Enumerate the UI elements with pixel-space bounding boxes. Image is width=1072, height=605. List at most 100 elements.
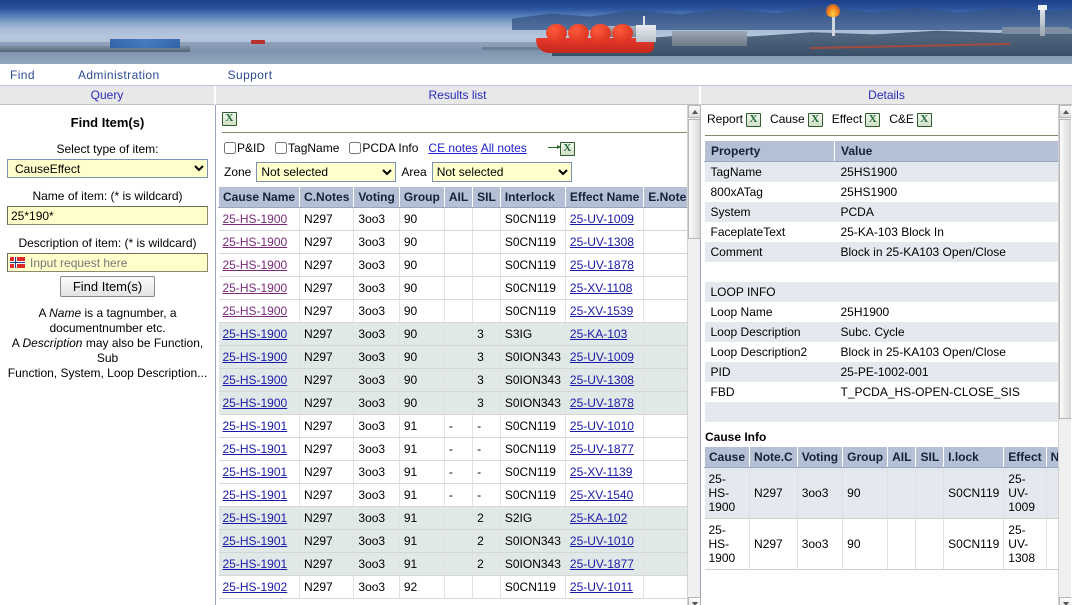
cell-effect-name[interactable]: 25-XV-1539 — [565, 299, 645, 323]
cell-effect-name[interactable]: 25-XV-1108 — [565, 276, 645, 300]
cell-effect-name[interactable]: 25-UV-1010 — [565, 529, 645, 553]
details-scrollbar[interactable] — [1058, 105, 1071, 605]
table-row[interactable]: 25-HS-1901 N297 3oo3 91- - S0CN119 25-UV-1877 — [218, 437, 698, 461]
cell-effect-name-link[interactable]: 25-UV-1010 — [570, 419, 634, 433]
cell-cause-name-link[interactable]: 25-HS-1900 — [223, 258, 288, 272]
nav-item-support[interactable]: Support — [224, 68, 277, 82]
table-row[interactable]: 25-HS-1900 N297 3oo3 90 S0CN119 25-XV-1108 — [218, 276, 698, 300]
cell-cause-name[interactable]: 25-HS-1900 — [218, 253, 301, 277]
cell-effect-name[interactable]: 25-UV-1878 — [565, 391, 645, 415]
cell-cause-name[interactable]: 25-HS-1900 — [218, 299, 301, 323]
column-header-voting[interactable]: Voting — [353, 185, 400, 208]
item-type-select[interactable]: CauseEffect — [7, 159, 208, 178]
scroll-thumb[interactable] — [688, 119, 701, 239]
cell-effect-name-link[interactable]: 25-UV-1011 — [570, 580, 633, 594]
cell-effect-name-link[interactable]: 25-UV-1878 — [570, 258, 634, 272]
nav-item-find[interactable]: Find — [6, 68, 39, 82]
cell-cause-name-link[interactable]: 25-HS-1901 — [223, 511, 288, 525]
cell-effect-name[interactable]: 25-UV-1010 — [565, 414, 645, 438]
cell-effect-name-link[interactable]: 25-UV-1877 — [570, 557, 634, 571]
cell-effect-name-link[interactable]: 25-UV-1010 — [570, 534, 634, 548]
checkbox-tagname[interactable] — [275, 142, 288, 155]
checkbox-pid-label[interactable]: P&ID — [224, 141, 265, 155]
cell-cause-name-link[interactable]: 25-HS-1900 — [223, 281, 288, 295]
table-row[interactable]: 25-HS-1902 N297 3oo3 92 S0CN119 25-UV-1011 — [218, 575, 698, 599]
cell-effect-name[interactable]: 25-UV-1308 — [565, 368, 645, 392]
cell-effect-name-link[interactable]: 25-UV-1308 — [570, 235, 634, 249]
cell-cause-name-link[interactable]: 25-HS-1900 — [223, 327, 288, 341]
cell-cause-name-link[interactable]: 25-HS-1900 — [223, 304, 288, 318]
details-scroll-up-icon[interactable] — [1059, 105, 1071, 118]
cell-cause-name[interactable]: 25-HS-1900 — [218, 368, 301, 392]
table-row[interactable]: 25-HS-1901 N297 3oo3 91 2 S0ION343 25-UV-1010 — [218, 529, 698, 553]
cell-effect-name-link[interactable]: 25-KA-103 — [570, 327, 627, 341]
cell-cause-name[interactable]: 25-HS-1900 — [218, 345, 301, 369]
nav-item-administration[interactable]: Administration — [74, 68, 164, 82]
table-row[interactable]: 25-HS-1901 N297 3oo3 91 2 S0ION343 25-UV-1877 — [218, 552, 698, 576]
cell-cause-name[interactable]: 25-HS-1901 — [218, 483, 301, 507]
cell-cause-name[interactable]: 25-HS-1900 — [218, 276, 301, 300]
cell-effect-name-link[interactable]: 25-UV-1308 — [570, 373, 634, 387]
cell-cause-name[interactable]: 25-HS-1900 — [218, 391, 301, 415]
table-row[interactable]: 25-HS-1900 N297 3oo3 90 S0CN119 25-UV-1308 — [218, 230, 698, 254]
all-notes-link[interactable]: All notes — [481, 141, 527, 155]
excel-export-notes-icon[interactable] — [559, 141, 575, 156]
cell-effect-name-link[interactable]: 25-UV-1878 — [570, 396, 634, 410]
cell-effect-name[interactable]: 25-UV-1877 — [565, 437, 645, 461]
area-select[interactable]: Not selected — [431, 161, 572, 182]
details-scroll-down-icon[interactable] — [1059, 597, 1071, 605]
column-header-ail[interactable]: AIL — [443, 185, 474, 208]
cell-effect-name[interactable]: 25-XV-1139 — [565, 460, 645, 484]
cell-cause-name-link[interactable]: 25-HS-1901 — [223, 465, 288, 479]
cell-cause-name[interactable]: 25-HS-1901 — [218, 437, 301, 461]
cell-cause-name[interactable]: 25-HS-1901 — [218, 460, 301, 484]
column-header-sil[interactable]: SIL — [472, 185, 501, 208]
cell-effect-name-link[interactable]: 25-XV-1108 — [570, 281, 633, 295]
find-items-button[interactable]: Find Item(s) — [59, 276, 156, 297]
checkbox-pcda-info-label[interactable]: PCDA Info — [349, 141, 418, 155]
cell-cause-name-link[interactable]: 25-HS-1901 — [223, 419, 288, 433]
table-row[interactable]: 25-HS-1900 N297 3oo3 90 S0CN119 25-UV-1878 — [218, 253, 698, 277]
column-header-effect-name[interactable]: Effect Name — [564, 185, 645, 208]
export-report-group[interactable]: Report — [707, 112, 762, 127]
column-header-group[interactable]: Group — [398, 185, 445, 208]
cell-effect-name-link[interactable]: 25-UV-1009 — [570, 212, 634, 226]
export-effect-group[interactable]: Effect — [832, 112, 881, 127]
cell-cause-name[interactable]: 25-HS-1901 — [218, 414, 301, 438]
column-header-cnotes[interactable]: C.Notes — [299, 185, 355, 208]
cell-effect-name[interactable]: 25-UV-1009 — [565, 345, 645, 369]
excel-ce-icon[interactable] — [916, 112, 932, 127]
cell-cause-name-link[interactable]: 25-HS-1901 — [223, 557, 288, 571]
column-header-interlock[interactable]: Interlock — [499, 185, 566, 208]
cell-cause-name[interactable]: 25-HS-1902 — [218, 575, 301, 599]
cell-cause-name-link[interactable]: 25-HS-1901 — [223, 488, 288, 502]
cell-cause-name-link[interactable]: 25-HS-1900 — [223, 373, 288, 387]
cell-effect-name[interactable]: 25-KA-103 — [565, 322, 645, 346]
export-ce-group[interactable]: C&E — [889, 112, 932, 127]
table-row[interactable]: 25-HS-1901 N297 3oo3 91 2 S2IG 25-KA-102 — [218, 506, 698, 530]
cell-cause-name-link[interactable]: 25-HS-1901 — [223, 442, 288, 456]
description-of-item-input[interactable] — [7, 253, 208, 272]
cell-cause-name[interactable]: 25-HS-1901 — [218, 552, 301, 576]
cell-cause-name-link[interactable]: 25-HS-1900 — [223, 350, 288, 364]
excel-cause-icon[interactable] — [807, 112, 823, 127]
cell-effect-name-link[interactable]: 25-KA-102 — [570, 511, 627, 525]
cell-cause-name-link[interactable]: 25-HS-1900 — [223, 235, 288, 249]
cell-effect-name-link[interactable]: 25-XV-1139 — [570, 465, 633, 479]
cell-cause-name[interactable]: 25-HS-1901 — [218, 529, 301, 553]
table-row[interactable]: 25-HS-1900 N297 3oo3 90 S0CN119 25-UV-1009 — [218, 207, 698, 231]
cell-cause-name[interactable]: 25-HS-1900 — [218, 230, 301, 254]
checkbox-pid[interactable] — [224, 142, 236, 155]
cell-cause-name[interactable]: 25-HS-1900 — [218, 322, 301, 346]
cell-effect-name-link[interactable]: 25-XV-1540 — [570, 488, 633, 502]
table-row[interactable]: 25-HS-1900 N297 3oo3 90 3 S0ION343 25-UV-1009 — [218, 345, 698, 369]
export-arrow-group[interactable] — [547, 141, 575, 156]
cell-cause-name-link[interactable]: 25-HS-1901 — [223, 534, 288, 548]
results-scrollbar[interactable] — [687, 105, 701, 605]
cell-effect-name-link[interactable]: 25-UV-1009 — [570, 350, 634, 364]
cell-effect-name[interactable]: 25-KA-102 — [565, 506, 645, 530]
cell-cause-name[interactable]: 25-HS-1900 — [218, 207, 301, 231]
table-row[interactable]: 25-HS-1901 N297 3oo3 91- - S0CN119 25-XV-1139 — [218, 460, 698, 484]
cell-effect-name[interactable]: 25-XV-1540 — [565, 483, 645, 507]
excel-report-icon[interactable] — [746, 112, 762, 127]
